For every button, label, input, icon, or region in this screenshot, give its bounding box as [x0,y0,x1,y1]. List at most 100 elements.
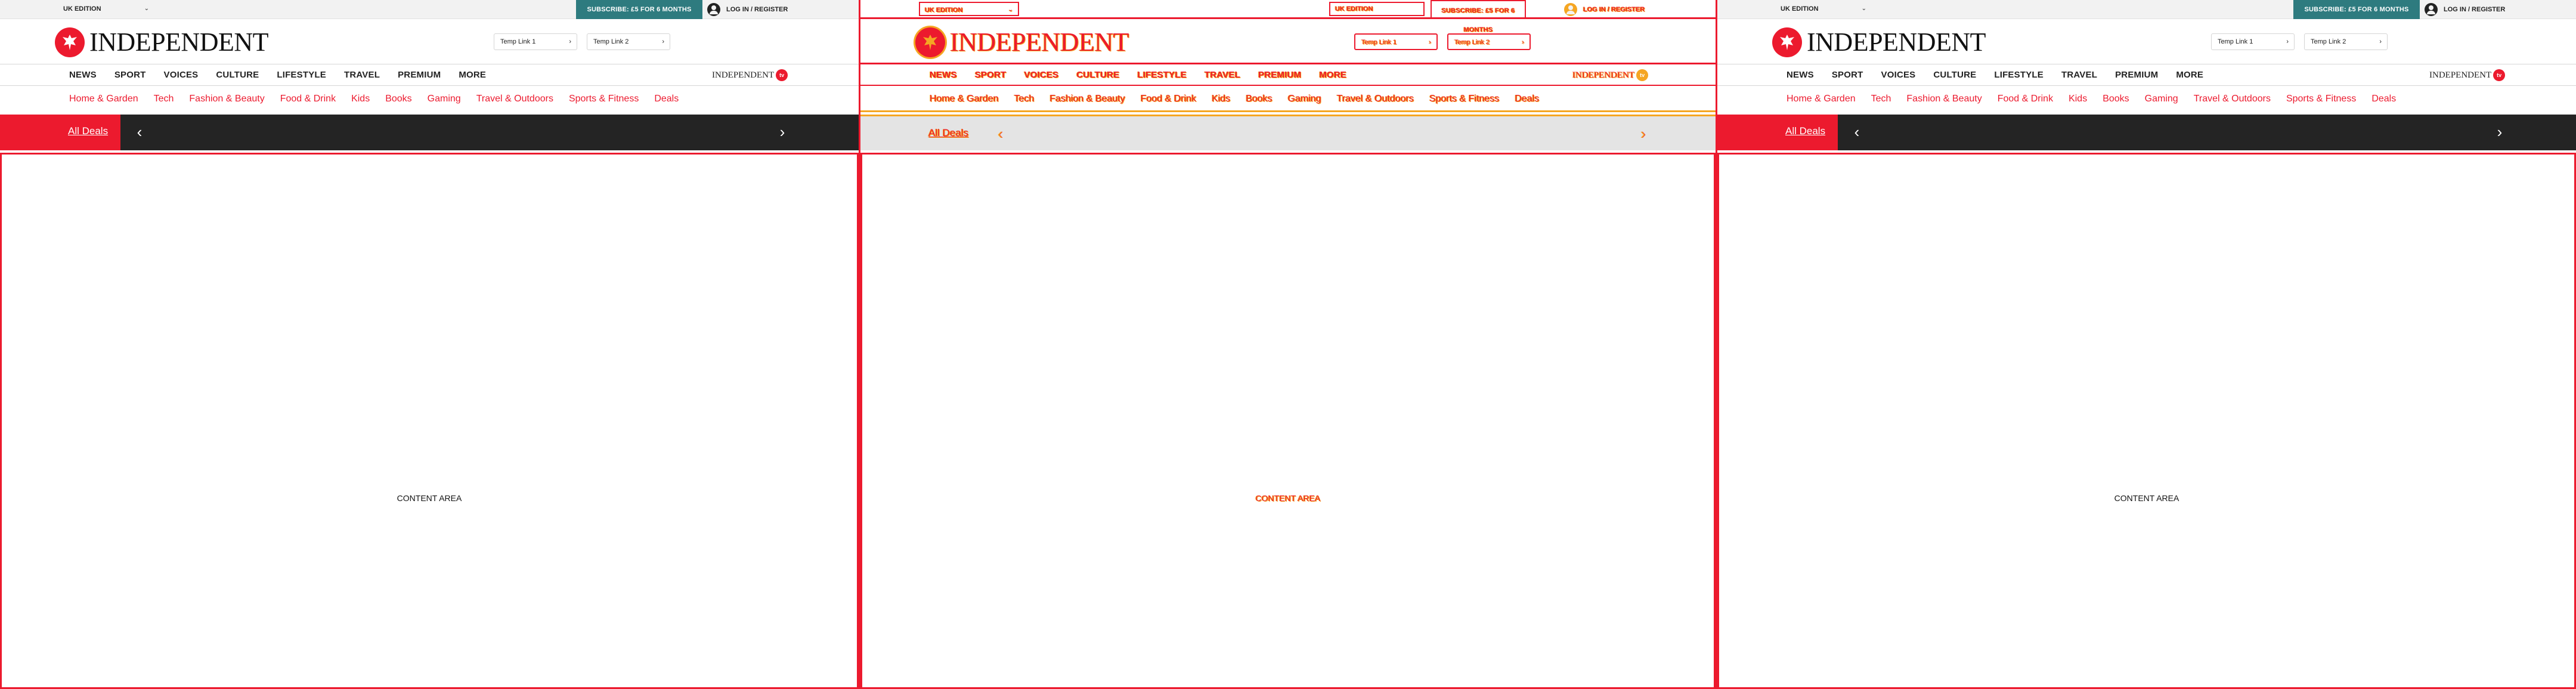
sub-nav-travel-outdoors[interactable]: Travel & Outdoors [1337,86,1414,112]
sub-nav-gaming[interactable]: Gaming [2145,86,2178,112]
temp-link-2[interactable]: Temp Link 2 › [587,33,670,50]
nav-item-voices[interactable]: VOICES [164,64,199,86]
chevron-right-icon[interactable]: › [2490,123,2509,142]
temp-link-1[interactable]: Temp Link 1 › [494,33,577,50]
nav-item-premium[interactable]: PREMIUM [398,64,441,86]
login-register-link[interactable]: LOG IN / REGISTER [2425,0,2505,19]
eagle-logo-icon [55,27,85,57]
sub-nav-fashion-beauty[interactable]: Fashion & Beauty [189,86,264,112]
sub-nav-fashion-beauty[interactable]: Fashion & Beauty [1049,86,1125,112]
sub-nav-sports-fitness[interactable]: Sports & Fitness [1429,86,1499,112]
temp-link-1[interactable]: Temp Link 1 › [2211,33,2295,50]
sub-nav-tech[interactable]: Tech [154,86,174,112]
arrow-right-icon: › [1429,39,1431,46]
sub-nav-kids[interactable]: Kids [351,86,370,112]
sub-nav-kids[interactable]: Kids [1212,86,1230,112]
temp-link-1-label: Temp Link 1 [1361,39,1397,46]
nav-item-travel[interactable]: TRAVEL [344,64,380,86]
nav-item-culture[interactable]: CULTURE [1076,64,1119,86]
sub-nav-tech[interactable]: Tech [1014,86,1035,112]
all-deals-link[interactable]: All Deals [1717,115,1838,150]
sub-nav-sports-fitness[interactable]: Sports & Fitness [2286,86,2356,112]
nav-item-voices[interactable]: VOICES [1024,64,1059,86]
sub-nav-travel-outdoors[interactable]: Travel & Outdoors [476,86,553,112]
sub-nav-deals[interactable]: Deals [1515,86,1539,112]
sub-nav-travel-outdoors[interactable]: Travel & Outdoors [2194,86,2271,112]
site-logo[interactable]: INDEPENDENT [915,27,1129,57]
sub-nav-fashion-beauty[interactable]: Fashion & Beauty [1906,86,1981,112]
sub-nav-books[interactable]: Books [1246,86,1272,112]
temp-link-2-label: Temp Link 2 [2311,38,2346,45]
independent-tv-link[interactable]: INDEPENDENT tv [1572,69,1649,81]
nav-item-sport[interactable]: SPORT [114,64,146,86]
nav-item-news[interactable]: NEWS [930,64,957,86]
subscribe-button[interactable]: SUBSCRIBE: £5 FOR 6 MONTHS [576,0,702,19]
nav-item-lifestyle[interactable]: LIFESTYLE [1994,64,2044,86]
edition-select[interactable]: UK EDITION ⌄ [1776,2,1871,16]
sub-nav-food-drink[interactable]: Food & Drink [1998,86,2053,112]
sub-nav-tech[interactable]: Tech [1871,86,1891,112]
nav-item-culture[interactable]: CULTURE [1933,64,1976,86]
login-register-link[interactable]: LOG IN / REGISTER [707,0,788,19]
chevron-right-icon[interactable]: › [1633,125,1652,144]
nav-item-lifestyle[interactable]: LIFESTYLE [1137,64,1187,86]
temp-link-1[interactable]: Temp Link 1 › [1354,33,1438,50]
nav-item-lifestyle[interactable]: LIFESTYLE [277,64,326,86]
page-panel-overlay: UK EDITION ⌄ UK EDITION SUBSCRIBE: £5 FO… [859,0,1717,689]
chevron-left-icon[interactable]: ‹ [1847,123,1866,142]
nav-item-travel[interactable]: TRAVEL [1205,64,1240,86]
chevron-right-icon[interactable]: › [773,123,792,142]
main-nav: NEWS SPORT VOICES CULTURE LIFESTYLE TRAV… [1717,64,2576,86]
sub-nav-deals[interactable]: Deals [654,86,679,112]
sub-nav-gaming[interactable]: Gaming [1288,86,1321,112]
temp-link-2[interactable]: Temp Link 2 › [1447,33,1531,50]
sub-nav-home-garden[interactable]: Home & Garden [1787,86,1856,112]
nav-item-news[interactable]: NEWS [1787,64,1814,86]
nav-item-premium[interactable]: PREMIUM [2115,64,2158,86]
chevron-left-icon[interactable]: ‹ [990,125,1010,144]
logo-wordmark: INDEPENDENT [950,27,1129,57]
nav-item-sport[interactable]: SPORT [1832,64,1863,86]
independent-tv-link[interactable]: INDEPENDENT tv [712,69,788,81]
sub-nav-kids[interactable]: Kids [2069,86,2087,112]
nav-item-more[interactable]: MORE [2176,64,2203,86]
sub-nav-gaming[interactable]: Gaming [428,86,461,112]
login-label: LOG IN / REGISTER [1583,6,1645,13]
nav-item-voices[interactable]: VOICES [1881,64,1916,86]
login-register-link[interactable]: LOG IN / REGISTER [1564,0,1645,19]
subscribe-button[interactable]: SUBSCRIBE: £5 FOR 6 MONTHS [1431,0,1526,33]
sub-nav: Home & Garden Tech Fashion & Beauty Food… [1717,86,2576,112]
all-deals-link[interactable]: All Deals [0,115,120,150]
content-area-label: CONTENT AREA [1255,493,1321,503]
sub-nav-food-drink[interactable]: Food & Drink [1141,86,1196,112]
sub-nav-home-garden[interactable]: Home & Garden [69,86,138,112]
temp-link-2[interactable]: Temp Link 2 › [2304,33,2388,50]
sub-nav-food-drink[interactable]: Food & Drink [280,86,336,112]
nav-item-travel[interactable]: TRAVEL [2061,64,2097,86]
nav-item-sport[interactable]: SPORT [975,64,1007,86]
edition-select-duplicate[interactable]: UK EDITION [1329,2,1425,16]
nav-item-more[interactable]: MORE [1319,64,1346,86]
sub-nav-sports-fitness[interactable]: Sports & Fitness [569,86,639,112]
site-logo[interactable]: INDEPENDENT [55,27,269,57]
independent-tv-link[interactable]: INDEPENDENT tv [2429,69,2506,81]
sub-nav-books[interactable]: Books [2103,86,2129,112]
edition-select[interactable]: UK EDITION ⌄ [58,2,154,16]
site-logo[interactable]: INDEPENDENT [1772,27,1986,57]
nav-item-news[interactable]: NEWS [69,64,97,86]
content-area: CONTENT AREA [0,153,859,689]
chevron-left-icon[interactable]: ‹ [130,123,149,142]
all-deals-link[interactable]: All Deals [860,116,981,152]
content-area-label: CONTENT AREA [397,493,462,503]
user-icon [2425,3,2438,16]
edition-select[interactable]: UK EDITION ⌄ [919,2,1019,16]
nav-item-culture[interactable]: CULTURE [216,64,259,86]
sub-nav-books[interactable]: Books [385,86,411,112]
main-nav: NEWS SPORT VOICES CULTURE LIFESTYLE TRAV… [860,64,1716,86]
tv-badge-icon: tv [776,69,788,81]
subscribe-button[interactable]: SUBSCRIBE: £5 FOR 6 MONTHS [2293,0,2420,19]
sub-nav-deals[interactable]: Deals [2371,86,2396,112]
sub-nav-home-garden[interactable]: Home & Garden [930,86,999,112]
nav-item-premium[interactable]: PREMIUM [1258,64,1301,86]
nav-item-more[interactable]: MORE [459,64,486,86]
